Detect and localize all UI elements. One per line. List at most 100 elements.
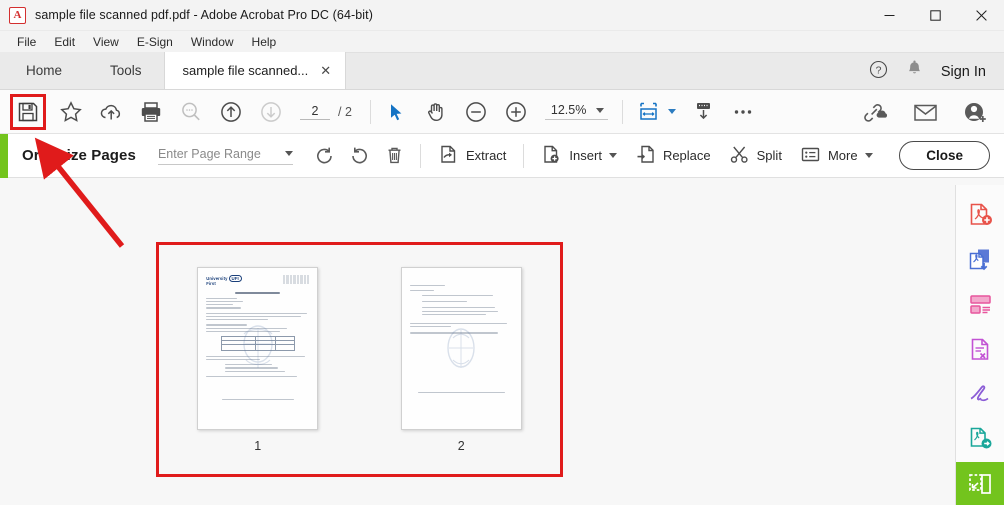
chevron-down-icon (596, 107, 605, 113)
share-link-cloud-icon[interactable] (858, 95, 892, 129)
chevron-down-icon (608, 153, 617, 158)
page-range-placeholder: Enter Page Range (157, 146, 261, 161)
organize-divider-2 (523, 143, 525, 168)
list-more-icon (800, 144, 821, 168)
tab-tools[interactable]: Tools (88, 52, 164, 89)
tab-home[interactable]: Home (0, 52, 89, 89)
tab-document-label: sample file scanned... (182, 63, 309, 78)
notification-bell-icon[interactable] (906, 60, 923, 83)
sign-in-link[interactable]: Sign In (941, 64, 986, 80)
right-tools-sidebar (955, 185, 1004, 505)
zoom-out-icon[interactable] (459, 95, 493, 129)
organize-pages-icon[interactable] (955, 462, 1004, 505)
insert-page-icon (541, 144, 562, 168)
scissors-split-icon (729, 144, 750, 168)
main-toolbar: / 2 12.5% (0, 90, 1004, 134)
tab-bar: Home Tools sample file scanned... ✕ ? Si… (0, 52, 1004, 90)
tab-bar-right: ? Sign In (869, 53, 1004, 90)
page-total-label: / 2 (338, 104, 352, 119)
page-navigation: / 2 (300, 103, 352, 120)
menu-edit[interactable]: Edit (45, 32, 84, 52)
zoom-level-dropdown[interactable]: 12.5% (544, 103, 609, 120)
page-scroll-icon[interactable] (686, 95, 720, 129)
help-circle-icon[interactable]: ? (869, 60, 888, 84)
close-organize-button[interactable]: Close (899, 141, 990, 170)
replace-label: Replace (662, 148, 711, 163)
email-envelope-icon[interactable] (908, 95, 942, 129)
split-button[interactable]: Split (720, 141, 791, 171)
menu-window[interactable]: Window (182, 32, 243, 52)
menu-view[interactable]: View (84, 32, 128, 52)
toolbar-divider-2 (622, 99, 624, 124)
hand-icon[interactable] (419, 95, 453, 129)
fit-page-chevron-icon[interactable] (668, 109, 677, 114)
page-number-input[interactable] (300, 103, 330, 120)
create-pdf-icon[interactable] (956, 193, 1004, 236)
acrobat-icon: A (9, 6, 26, 24)
organize-pages-title: Organize Pages (22, 147, 136, 164)
menu-esign[interactable]: E-Sign (128, 32, 182, 52)
replace-page-icon (635, 144, 656, 168)
save-floppy-icon[interactable] (11, 95, 45, 129)
page-thumbnail-2[interactable] (400, 266, 522, 430)
export-pdf-icon[interactable] (956, 238, 1004, 281)
cursor-arrow-icon[interactable] (379, 95, 413, 129)
fit-page-icon[interactable] (631, 95, 665, 129)
more-horizontal-icon[interactable] (726, 95, 760, 129)
minimize-button[interactable] (866, 0, 912, 31)
acrobat-window: A sample file scanned pdf.pdf - Adobe Ac… (0, 0, 1004, 505)
more-label: More (827, 148, 858, 163)
list-item[interactable]: University UFI First 1 (197, 266, 319, 453)
search-icon[interactable] (174, 95, 208, 129)
zoom-in-icon[interactable] (499, 95, 533, 129)
edit-pdf-icon[interactable] (956, 328, 1004, 371)
rotate-clockwise-icon[interactable] (342, 141, 377, 171)
page-label-2: 2 (457, 438, 465, 453)
thumbnail-watermark (447, 328, 475, 368)
arrow-down-circle-icon[interactable] (254, 95, 288, 129)
window-title: sample file scanned pdf.pdf - Adobe Acro… (35, 8, 374, 22)
extract-label: Extract (465, 148, 507, 163)
menu-help[interactable]: Help (243, 32, 286, 52)
organize-pages-toolbar: Organize Pages Enter Page Range Extract (0, 133, 1004, 178)
cloud-upload-icon[interactable] (94, 95, 128, 129)
title-bar: A sample file scanned pdf.pdf - Adobe Ac… (0, 0, 1004, 31)
rotate-counterclockwise-icon[interactable] (307, 141, 342, 171)
arrow-up-circle-icon[interactable] (214, 95, 248, 129)
chevron-down-icon (864, 153, 873, 158)
toolbar-divider (369, 99, 371, 124)
thumbnail-watermark (243, 325, 273, 368)
insert-label: Insert (569, 148, 602, 163)
insert-button[interactable]: Insert (532, 141, 626, 171)
thumbnail-logo: University UFI First (206, 274, 242, 287)
window-controls (866, 0, 1004, 31)
zoom-level-value: 12.5% (550, 103, 587, 117)
close-icon[interactable]: ✕ (320, 64, 331, 77)
more-button[interactable]: More (791, 141, 882, 171)
replace-button[interactable]: Replace (626, 141, 720, 171)
menu-bar: File Edit View E-Sign Window Help (0, 31, 1004, 53)
trash-delete-icon[interactable] (377, 141, 412, 171)
print-icon[interactable] (134, 95, 168, 129)
save-button-highlight (10, 93, 46, 130)
extract-pages-icon (438, 144, 459, 168)
page-label-1: 1 (254, 438, 262, 453)
page-range-dropdown[interactable]: Enter Page Range (157, 146, 293, 165)
list-item[interactable]: 2 (400, 266, 522, 453)
fill-and-sign-icon[interactable] (956, 372, 1004, 415)
thumbnail-barcode (283, 274, 310, 284)
send-for-signature-icon[interactable] (956, 417, 1004, 460)
star-icon[interactable] (54, 95, 88, 129)
maximize-button[interactable] (912, 0, 958, 31)
close-window-button[interactable] (958, 0, 1004, 31)
thumbnail-list: University UFI First 1 2 (156, 242, 563, 477)
prepare-form-icon[interactable] (956, 283, 1004, 326)
extract-button[interactable]: Extract (429, 141, 515, 171)
page-thumbnail-1[interactable]: University UFI First (197, 266, 319, 430)
tab-document[interactable]: sample file scanned... ✕ (163, 52, 347, 89)
add-person-icon[interactable] (958, 95, 992, 129)
organize-divider-1 (419, 143, 421, 168)
main-toolbar-right (858, 90, 992, 134)
svg-text:?: ? (875, 64, 881, 76)
menu-file[interactable]: File (8, 32, 45, 52)
